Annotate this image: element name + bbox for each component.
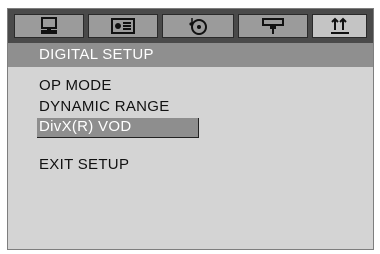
menu-item-divx-vod[interactable]: DivX(R) VOD [37, 118, 199, 138]
disc-music-icon [188, 16, 208, 36]
menu-item-dynamic-range[interactable]: DYNAMIC RANGE [39, 98, 170, 115]
arrows-adjust-icon [330, 17, 350, 35]
page-title: DIGITAL SETUP [39, 46, 154, 63]
tab-video-setup[interactable] [238, 14, 308, 38]
tab-dolby-setup[interactable] [162, 14, 234, 38]
monitor-icon [39, 17, 59, 35]
section-header: DIGITAL SETUP [8, 43, 373, 67]
setup-tab-bar [8, 9, 373, 43]
tab-general-setup[interactable] [14, 14, 84, 38]
tab-digital-setup[interactable] [312, 14, 367, 38]
setup-menu-screen: DIGITAL SETUP OP MODE DYNAMIC RANGE DivX… [7, 8, 374, 250]
speaker-settings-icon [111, 17, 135, 35]
projector-icon [262, 17, 284, 35]
tab-audio-setup[interactable] [88, 14, 158, 38]
menu-item-op-mode[interactable]: OP MODE [39, 77, 112, 94]
menu-item-exit-setup[interactable]: EXIT SETUP [39, 156, 129, 173]
